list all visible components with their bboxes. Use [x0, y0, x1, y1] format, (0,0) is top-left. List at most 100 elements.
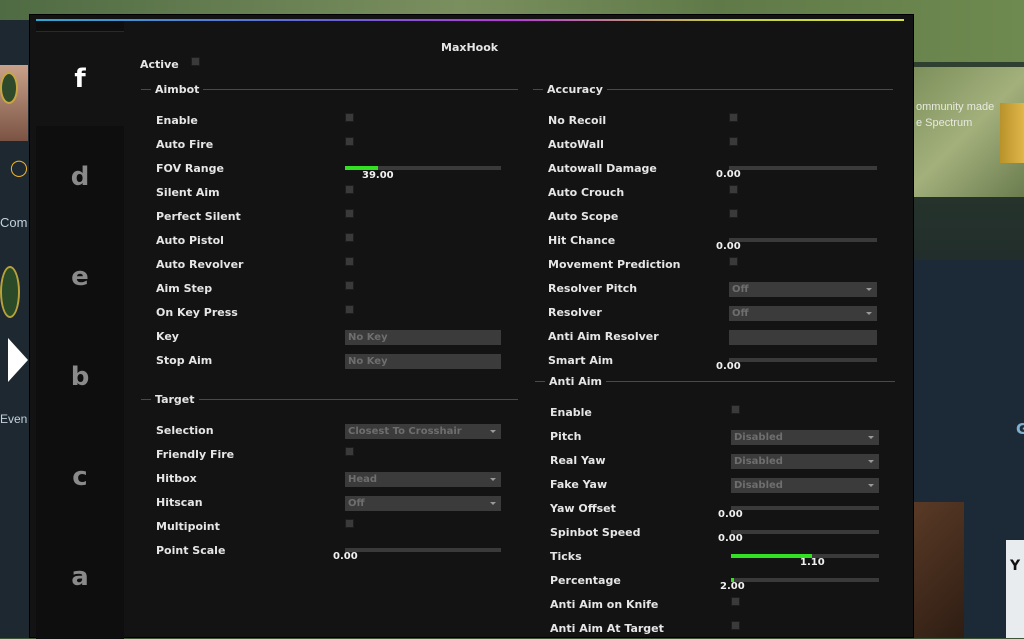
pitch-dropdown-value: Disabled [734, 432, 783, 443]
cheat-menu-window: f d e b c a MaxHook Active Aimbot Enable… [29, 14, 914, 639]
on-key-press-checkbox[interactable] [345, 305, 354, 314]
key-label: Key [156, 330, 179, 343]
aimbot-enable-checkbox[interactable] [345, 113, 354, 122]
real-yaw-dropdown[interactable]: Disabled [731, 454, 879, 469]
resolver-dropdown[interactable]: Off [729, 306, 877, 321]
perfect-silent-checkbox[interactable] [345, 209, 354, 218]
chevron-down-icon [490, 430, 496, 433]
anti-aim-enable-checkbox[interactable] [731, 405, 740, 414]
real-yaw-label: Real Yaw [550, 454, 606, 467]
tab-c[interactable]: c [36, 427, 124, 527]
tab-d[interactable]: d [36, 127, 124, 227]
background-even-text: Even [0, 412, 28, 426]
background-card-letter: Y [1010, 558, 1021, 574]
key-binder[interactable]: No Key [345, 330, 501, 345]
aimbot-header: Aimbot [151, 83, 204, 96]
hit-chance-slider[interactable] [729, 238, 877, 242]
fake-yaw-dropdown-value: Disabled [734, 480, 783, 491]
autowall-damage-slider[interactable] [729, 166, 877, 170]
smart-aim-slider[interactable] [729, 358, 877, 362]
hitbox-dropdown[interactable]: Head [345, 472, 501, 487]
movement-prediction-label: Movement Prediction [548, 258, 681, 271]
banner-text-line2: e Spectrum [916, 117, 973, 129]
stop-aim-label: Stop Aim [156, 354, 213, 367]
no-recoil-checkbox[interactable] [729, 113, 738, 122]
auto-fire-label: Auto Fire [156, 138, 214, 151]
background-g-text: G [1016, 420, 1024, 438]
yaw-offset-label: Yaw Offset [550, 502, 616, 515]
movement-prediction-checkbox[interactable] [729, 257, 738, 266]
background-thumbnail[interactable] [912, 502, 964, 638]
selection-dropdown[interactable]: Closest To Crosshair [345, 424, 501, 439]
resolver-pitch-dropdown[interactable]: Off [729, 282, 877, 297]
point-scale-label: Point Scale [156, 544, 226, 557]
tab-f[interactable]: f [36, 32, 124, 126]
perfect-silent-label: Perfect Silent [156, 210, 241, 223]
anti-aim-resolver-label: Anti Aim Resolver [548, 330, 659, 343]
stop-aim-binder[interactable]: No Key [345, 354, 501, 369]
chevron-down-icon [866, 312, 872, 315]
aim-step-checkbox[interactable] [345, 281, 354, 290]
fake-yaw-dropdown[interactable]: Disabled [731, 478, 879, 493]
tab-e[interactable]: e [36, 227, 124, 327]
auto-fire-checkbox[interactable] [345, 137, 354, 146]
smart-aim-value: 0.00 [716, 361, 741, 372]
pitch-dropdown[interactable]: Disabled [731, 430, 879, 445]
chevron-down-icon [490, 478, 496, 481]
spinbot-speed-slider[interactable] [731, 530, 879, 534]
tab-a[interactable]: a [36, 527, 124, 627]
auto-revolver-checkbox[interactable] [345, 257, 354, 266]
hitscan-label: Hitscan [156, 496, 203, 509]
auto-pistol-checkbox[interactable] [345, 233, 354, 242]
resolver-label: Resolver [548, 306, 602, 319]
menu-accent-bar [36, 19, 904, 21]
point-scale-slider[interactable] [345, 548, 501, 552]
silent-aim-checkbox[interactable] [345, 185, 354, 194]
anti-aim-on-knife-checkbox[interactable] [731, 597, 740, 606]
anti-aim-resolver-field[interactable] [729, 330, 877, 345]
real-yaw-dropdown-value: Disabled [734, 456, 783, 467]
percentage-slider[interactable] [731, 578, 879, 582]
autowall-checkbox[interactable] [729, 137, 738, 146]
multipoint-checkbox[interactable] [345, 519, 354, 528]
chevron-down-icon [868, 484, 874, 487]
friendly-fire-label: Friendly Fire [156, 448, 235, 461]
spinbot-speed-label: Spinbot Speed [550, 526, 641, 539]
fov-range-value: 39.00 [362, 170, 394, 181]
game-logo-icon[interactable]: ◯ [10, 158, 28, 177]
auto-scope-checkbox[interactable] [729, 209, 738, 218]
smart-aim-label: Smart Aim [548, 354, 614, 367]
yaw-offset-slider[interactable] [731, 506, 879, 510]
fov-range-label: FOV Range [156, 162, 224, 175]
auto-revolver-label: Auto Revolver [156, 258, 244, 271]
anti-aim-enable-label: Enable [550, 406, 592, 419]
background-card: Y [1006, 540, 1024, 638]
tab-bar: f d e b c a [36, 21, 124, 639]
tab-b[interactable]: b [36, 327, 124, 427]
auto-crouch-checkbox[interactable] [729, 185, 738, 194]
hitscan-dropdown[interactable]: Off [345, 496, 501, 511]
chevron-down-icon [868, 460, 874, 463]
auto-crouch-label: Auto Crouch [548, 186, 625, 199]
pitch-label: Pitch [550, 430, 582, 443]
anti-aim-at-target-checkbox[interactable] [731, 621, 740, 630]
background-com-text: Com [0, 215, 28, 230]
multipoint-label: Multipoint [156, 520, 220, 533]
hitscan-dropdown-value: Off [348, 498, 365, 509]
aim-step-label: Aim Step [156, 282, 213, 295]
resolver-pitch-label: Resolver Pitch [548, 282, 638, 295]
tab-bar-top [36, 21, 124, 32]
yaw-offset-value: 0.00 [718, 509, 743, 520]
rank-logo-icon [0, 72, 18, 104]
anti-aim-header: Anti Aim [545, 375, 606, 388]
accuracy-header: Accuracy [543, 83, 607, 96]
friendly-fire-checkbox[interactable] [345, 447, 354, 456]
autowall-damage-label: Autowall Damage [548, 162, 657, 175]
rank-logo-icon-2 [0, 266, 20, 318]
play-icon[interactable] [8, 338, 28, 382]
active-checkbox[interactable] [191, 57, 200, 66]
percentage-value: 2.00 [720, 581, 745, 592]
auto-scope-label: Auto Scope [548, 210, 619, 223]
anti-aim-on-knife-label: Anti Aim on Knife [550, 598, 659, 611]
hit-chance-value: 0.00 [716, 241, 741, 252]
